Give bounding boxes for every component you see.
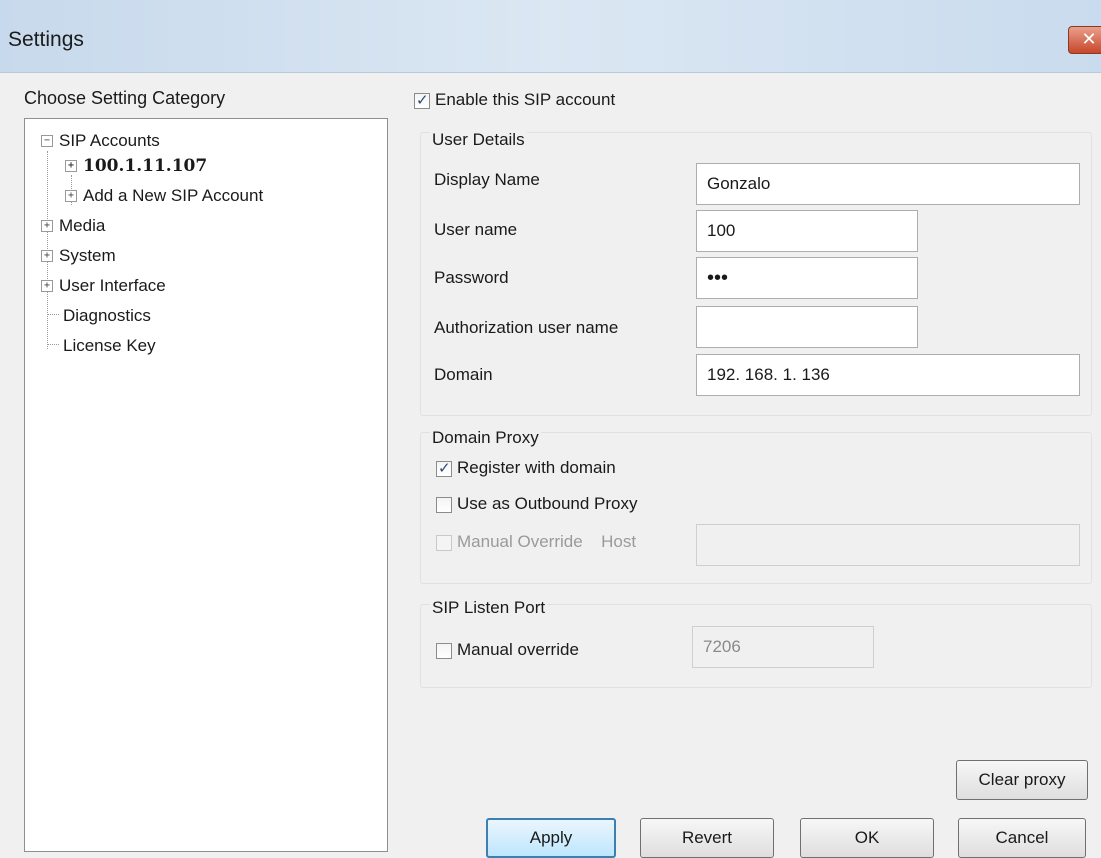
authorization-user-name-label: Authorization user name [434, 318, 619, 337]
expand-icon[interactable]: + [41, 220, 53, 232]
listen-port-input [692, 626, 874, 668]
tree-item-system[interactable]: + System [41, 246, 116, 266]
tree-item-label: 100.1.11.107 [83, 156, 208, 176]
manual-override-port-row[interactable]: Manual override [436, 640, 579, 660]
manual-override-port-checkbox[interactable] [436, 642, 452, 659]
host-input [696, 524, 1080, 566]
tree-connector [47, 343, 59, 345]
enable-account-checkbox-row[interactable]: Enable this SIP account [414, 90, 615, 110]
tree-connector [47, 313, 59, 315]
tree-item-label: Diagnostics [63, 306, 151, 325]
tree-item-media[interactable]: + Media [41, 216, 105, 236]
tree-item-license-key[interactable]: License Key [47, 336, 156, 356]
domain-proxy-title: Domain Proxy [430, 428, 541, 448]
tree-item-label: SIP Accounts [59, 131, 160, 150]
enable-account-checkbox[interactable] [414, 91, 430, 109]
expand-icon[interactable]: + [65, 190, 77, 202]
expand-icon[interactable]: + [65, 160, 77, 172]
tree-item-label: License Key [63, 336, 156, 355]
register-with-domain-row[interactable]: Register with domain [436, 458, 616, 478]
manual-override-proxy-checkbox [436, 534, 452, 551]
tree-item-account-100-1-11-107[interactable]: + 100.1.11.107 [65, 156, 207, 176]
user-details-title: User Details [430, 130, 527, 150]
register-with-domain-label: Register with domain [457, 458, 616, 477]
category-tree[interactable]: − SIP Accounts + 100.1.11.107 + Add a Ne… [24, 118, 388, 852]
close-button[interactable]: ✕ [1068, 26, 1101, 54]
tree-item-diagnostics[interactable]: Diagnostics [47, 306, 151, 326]
tree-item-label: Media [59, 216, 106, 235]
register-with-domain-checkbox[interactable] [436, 459, 452, 477]
tree-item-sip-accounts[interactable]: − SIP Accounts [41, 131, 160, 151]
domain-label: Domain [434, 365, 493, 384]
tree-item-add-sip-account[interactable]: + Add a New SIP Account [65, 186, 263, 206]
clear-proxy-button[interactable]: Clear proxy [956, 760, 1088, 800]
user-name-input[interactable] [696, 210, 918, 252]
expand-icon[interactable]: + [41, 280, 53, 292]
outbound-proxy-label: Use as Outbound Proxy [457, 494, 638, 513]
revert-button[interactable]: Revert [640, 818, 774, 858]
expand-icon[interactable]: + [41, 250, 53, 262]
collapse-icon[interactable]: − [41, 135, 53, 147]
tree-item-user-interface[interactable]: + User Interface [41, 276, 166, 296]
settings-window: Settings ✕ Choose Setting Category − SIP… [0, 0, 1101, 858]
manual-override-proxy-label: Manual Override [457, 532, 583, 551]
password-label: Password [434, 268, 509, 287]
tree-item-label: System [59, 246, 116, 265]
outbound-proxy-row[interactable]: Use as Outbound Proxy [436, 494, 637, 514]
tree-item-label: User Interface [59, 276, 166, 295]
cancel-button[interactable]: Cancel [958, 818, 1086, 858]
enable-account-label: Enable this SIP account [435, 90, 616, 109]
category-label: Choose Setting Category [24, 88, 226, 108]
outbound-proxy-checkbox[interactable] [436, 496, 452, 513]
password-input[interactable] [696, 257, 918, 299]
title-bar: Settings ✕ [0, 0, 1101, 73]
authorization-user-name-input[interactable] [696, 306, 918, 348]
domain-input[interactable] [696, 354, 1080, 396]
manual-override-port-label: Manual override [457, 640, 579, 659]
sip-listen-port-title: SIP Listen Port [430, 598, 548, 618]
manual-override-proxy-row: Manual Override Host [436, 532, 636, 552]
apply-button[interactable]: Apply [486, 818, 616, 858]
tree-item-label: Add a New SIP Account [83, 186, 264, 205]
window-title: Settings [8, 28, 84, 51]
display-name-input[interactable] [696, 163, 1080, 205]
display-name-label: Display Name [434, 170, 540, 189]
host-label: Host [601, 532, 637, 551]
user-name-label: User name [434, 220, 518, 239]
ok-button[interactable]: OK [800, 818, 934, 858]
